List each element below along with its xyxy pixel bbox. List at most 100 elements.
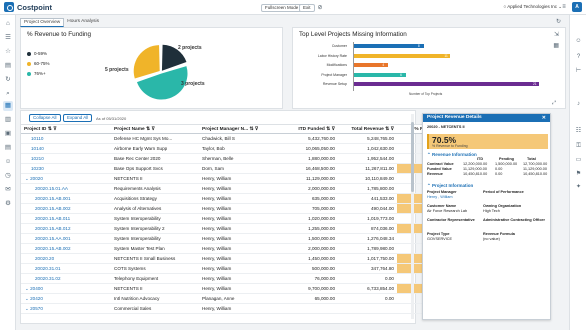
project-id-cell[interactable]: ⌄ 20020 <box>21 173 111 184</box>
list-icon[interactable]: ▥ <box>3 115 13 125</box>
funded-cell: 500,000.00 <box>280 263 338 274</box>
revenue-pct-box: 70.5% % Revenue to Funding <box>427 134 548 149</box>
pie-slice-60-75%[interactable] <box>133 45 160 79</box>
project-id-cell[interactable]: 10140 <box>21 143 111 154</box>
settings-icon[interactable]: ⚙ <box>3 199 13 209</box>
table-row[interactable]: ⌄ 20420 Intl Nutrition Advocacy Planagan, … <box>21 293 463 304</box>
pie-chart[interactable] <box>131 42 191 102</box>
dashboard-icon[interactable]: ▦ <box>3 101 13 111</box>
info-section-header[interactable]: ⌃ Project Information <box>427 183 473 189</box>
star-icon[interactable]: ☆ <box>3 47 13 57</box>
bar[interactable] <box>353 53 451 58</box>
card-icon[interactable]: ▭ <box>574 156 583 165</box>
table-row[interactable]: 10110 Defense HC Mgmt Sys Mo... Chadwick, … <box>21 133 463 144</box>
column-header[interactable]: Project Name ⇅ ⊽ <box>111 124 199 134</box>
fullscreen-button[interactable]: Fullscreen Mode <box>261 4 303 12</box>
table-row[interactable]: 20020.15.AB.011 System Interoperability He… <box>21 213 463 224</box>
table-row[interactable]: 20020.15.AB.002 Analysis of Alternatives H… <box>21 203 463 214</box>
collapse-all-button[interactable]: Collapse All <box>29 114 61 122</box>
project-id-cell[interactable]: 20020.15.AB.012 <box>21 223 111 234</box>
project-id-cell[interactable]: 10110 <box>21 133 111 144</box>
table-row[interactable]: 20020.15.AA.001 System Interoperability He… <box>21 233 463 244</box>
project-name-cell: System Master Test Plan <box>111 243 199 254</box>
grid-scrollbar[interactable] <box>411 114 414 319</box>
pin-icon[interactable]: ⊘ <box>316 4 324 12</box>
project-id-cell[interactable]: ⌄ 20400 <box>21 283 111 294</box>
project-id-cell[interactable]: 10230 <box>21 163 111 174</box>
tab-hours-analysis[interactable]: Hours Analysis <box>64 18 102 27</box>
chart-icon[interactable]: ▤ <box>3 143 13 153</box>
bell-icon[interactable]: ♪ <box>574 100 583 109</box>
bar[interactable] <box>353 82 539 86</box>
person-icon[interactable]: ☺ <box>574 37 583 46</box>
table-row[interactable]: 20020.31.02 Telephony Equipment Henry, Wil… <box>21 273 463 284</box>
column-header[interactable]: Total Revenue ⇅ ⊽ <box>338 124 397 134</box>
revenue-section-header[interactable]: ⌃ Revenue Information <box>427 152 477 158</box>
project-id-cell[interactable]: 20020.15.AA.001 <box>21 233 111 244</box>
people-icon[interactable]: ☷ <box>574 127 583 136</box>
table-row[interactable]: 20020.15.AB.002 System Master Test Plan He… <box>21 243 463 254</box>
maximize-icon[interactable]: ⤢ <box>552 100 556 106</box>
project-id-cell[interactable]: 20020.15.01.AA <box>21 183 111 194</box>
hierarchy-icon[interactable]: ⊢ <box>574 67 583 76</box>
project-revenue-panel: Project Revenue Details ✕ 20020 - NETCENT… <box>422 113 551 320</box>
table-row[interactable]: 20020.15.01.AA Requirements Analysis Henry… <box>21 183 463 194</box>
scrollbar-thumb[interactable] <box>411 122 414 192</box>
help-icon[interactable]: ? <box>574 53 583 62</box>
column-header[interactable]: Project ID ⇅ ⊽ <box>21 124 111 134</box>
table-row[interactable]: 10210 Base Rec Center 2020 Sherman, Belle 1… <box>21 153 463 164</box>
project-id-cell[interactable]: 20020.20 <box>21 253 111 264</box>
expand-all-button[interactable]: Expand All <box>63 114 93 122</box>
project-id-cell[interactable]: 10210 <box>21 153 111 164</box>
project-name-cell: Airborne Early Warn Supp <box>111 143 199 154</box>
flag-icon[interactable]: ⚑ <box>574 170 583 179</box>
menu-icon[interactable]: ≡ <box>560 3 568 11</box>
table-row[interactable]: ⌄ 20400 NETCENTS II Henry, William 9,700,00… <box>21 283 463 294</box>
table-row[interactable]: 20020.31.01 COTS Systems Henry, William 500… <box>21 263 463 274</box>
menu-list-icon[interactable]: ☰ <box>3 33 13 43</box>
table-row[interactable]: ⌄ 20570Commercial SalesHenry, WilliamNaN… <box>21 303 463 314</box>
key-icon[interactable]: ⚿ <box>574 142 583 151</box>
revenue-cell: 1,017,750.00 <box>338 253 397 264</box>
close-icon[interactable]: ✕ <box>542 114 546 122</box>
revenue-col-header: Pending <box>499 157 514 161</box>
project-id-cell[interactable]: 20020.15.AB.002 <box>21 243 111 254</box>
bar-category-label: Revenue Setup <box>322 82 347 86</box>
table-row[interactable]: ⌄ 20020 NETCENTS II Henry, William 11,129,0… <box>21 173 463 184</box>
mail-icon[interactable]: ✉ <box>3 185 13 195</box>
project-id-cell[interactable]: 20020.15.AB.001 <box>21 193 111 204</box>
project-id-cell[interactable]: 20020.31.01 <box>21 263 111 274</box>
revenue-itd: 11,129,000.00 <box>463 167 487 171</box>
project-id-cell[interactable]: ⌄ 20420 <box>21 293 111 304</box>
bar[interactable] <box>353 44 424 48</box>
company-selector[interactable]: ○ Applied Technologies Inc ⌄ <box>504 4 562 10</box>
project-id-cell[interactable]: 20020.31.02 <box>21 273 111 284</box>
document-icon[interactable]: ▤ <box>3 61 13 71</box>
bar[interactable] <box>353 72 407 77</box>
column-header[interactable]: ITD Funded ⇅ ⊽ <box>280 124 338 134</box>
table-row[interactable]: 20020.15.AB.012 System Interoperability 2… <box>21 223 463 234</box>
tools-icon[interactable]: ✦ <box>574 183 583 192</box>
calendar-icon[interactable]: ▣ <box>3 129 13 139</box>
refresh-icon[interactable]: ↻ <box>556 18 561 25</box>
refresh-icon[interactable]: ↻ <box>3 75 13 85</box>
home-icon[interactable]: ⌂ <box>3 19 13 29</box>
search-icon[interactable]: ⌕ <box>3 89 13 99</box>
exit-button[interactable]: Exit <box>299 4 315 12</box>
export-icon[interactable]: ⇲ <box>554 31 559 38</box>
table-row[interactable]: 20020.15.AB.001 Acquisitions Strategy Henr… <box>21 193 463 204</box>
tab-project-overview[interactable]: Project Overview <box>20 18 65 27</box>
column-header[interactable]: Project Manager N... ⇅ ⊽ <box>199 124 280 134</box>
avatar[interactable]: A <box>572 2 582 12</box>
app-logo[interactable]: Costpoint <box>4 2 52 12</box>
table-row[interactable]: 10140 Airborne Early Warn Supp Taylor, Bob… <box>21 143 463 154</box>
revenue-cell: 1,789,980.00 <box>338 243 397 254</box>
project-id-cell[interactable]: 20020.15.AB.011 <box>21 213 111 224</box>
clock-icon[interactable]: ◷ <box>3 171 13 181</box>
project-id-cell[interactable]: 20020.15.AB.002 <box>21 203 111 214</box>
users-icon[interactable]: ☺ <box>3 157 13 167</box>
table-row[interactable]: 20020.20 NETCENTS II Small Business Henry,… <box>21 253 463 264</box>
table-icon[interactable]: ▦ <box>553 42 559 49</box>
project-id-cell[interactable]: ⌄ 20570 <box>21 303 111 314</box>
table-row[interactable]: 10230 Base Ops Support Svcs Dorn, Sam 16,46… <box>21 163 463 174</box>
